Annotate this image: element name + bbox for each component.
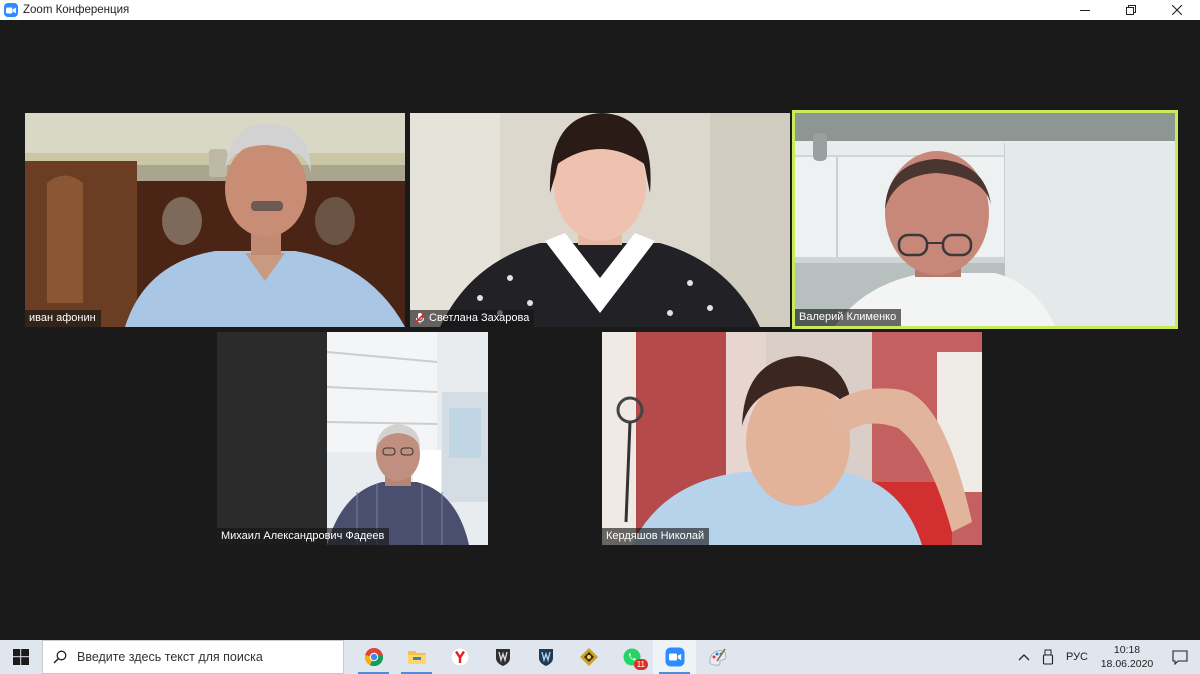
participant-tile[interactable]: иван афонин xyxy=(25,113,405,327)
input-language: РУС xyxy=(1065,651,1088,663)
search-icon xyxy=(53,650,67,664)
close-button[interactable] xyxy=(1154,0,1200,20)
close-icon xyxy=(1172,5,1182,15)
participant-video xyxy=(25,113,405,327)
minimize-icon xyxy=(1080,10,1090,11)
yandex-browser-icon xyxy=(450,647,469,667)
participant-name-tag: Кердяшов Николай xyxy=(602,528,710,545)
participant-name: Валерий Клименко xyxy=(799,311,897,323)
window-controls xyxy=(1062,0,1200,20)
usb-drive-icon xyxy=(1042,649,1054,665)
zoom-icon xyxy=(665,647,684,667)
chrome-icon xyxy=(364,648,383,667)
participant-video xyxy=(217,332,488,545)
usb-device-button[interactable] xyxy=(1036,640,1060,674)
clock-button[interactable]: 10:18 18.06.2020 xyxy=(1094,640,1160,674)
taskbar-app-world-of-warships[interactable] xyxy=(524,640,567,674)
participant-name-tag: Валерий Клименко xyxy=(795,309,902,326)
action-center-button[interactable] xyxy=(1160,640,1200,674)
taskbar-search-box[interactable]: Введите здесь текст для поиска xyxy=(42,640,344,674)
taskbar-app-chrome[interactable] xyxy=(352,640,395,674)
taskbar-app-whatsapp[interactable]: 11 xyxy=(610,640,653,674)
window-titlebar[interactable]: Zoom Конференция xyxy=(0,0,1200,20)
taskbar-app-zoom[interactable] xyxy=(653,640,696,674)
participant-name-tag: иван афонин xyxy=(25,310,101,327)
taskbar-app-world-of-tanks[interactable] xyxy=(481,640,524,674)
taskbar-app-paint[interactable] xyxy=(696,640,739,674)
windows-taskbar: Введите здесь текст для поиска 11 РУС 10… xyxy=(0,640,1200,674)
file-explorer-icon xyxy=(407,651,426,664)
windows-logo-icon xyxy=(13,649,29,665)
taskbar-app-game-launcher[interactable] xyxy=(567,640,610,674)
participant-name-tag: Светлана Захарова xyxy=(410,310,535,327)
window-title: Zoom Конференция xyxy=(23,4,130,16)
input-language-indicator[interactable]: РУС xyxy=(1060,640,1094,674)
system-tray: РУС 10:18 18.06.2020 xyxy=(1012,640,1200,674)
search-placeholder: Введите здесь текст для поиска xyxy=(77,650,263,664)
zoom-app-icon xyxy=(4,3,18,17)
participant-tile[interactable]: Кердяшов Николай xyxy=(602,332,982,545)
world-of-warships-icon xyxy=(538,649,553,666)
participant-video xyxy=(795,113,1175,326)
chevron-up-icon xyxy=(1018,654,1030,661)
participant-name: Кердяшов Николай xyxy=(606,530,705,542)
participant-tile[interactable]: Михаил Александрович Фадеев xyxy=(217,332,488,545)
taskbar-pinned-apps: 11 xyxy=(352,640,739,674)
notifications-icon xyxy=(1172,649,1188,665)
minimize-button[interactable] xyxy=(1062,0,1108,20)
participant-video xyxy=(410,113,790,327)
restore-icon xyxy=(1126,5,1136,15)
muted-mic-icon xyxy=(414,312,426,324)
show-hidden-icons-button[interactable] xyxy=(1012,640,1036,674)
restore-button[interactable] xyxy=(1108,0,1154,20)
participant-name: иван афонин xyxy=(29,312,96,324)
participant-name: Светлана Захарова xyxy=(429,312,530,324)
clock-time: 10:18 xyxy=(1113,644,1141,656)
taskbar-app-file-explorer[interactable] xyxy=(395,640,438,674)
participant-name-tag: Михаил Александрович Фадеев xyxy=(217,528,390,545)
taskbar-app-yandex-browser[interactable] xyxy=(438,640,481,674)
paint-icon xyxy=(708,648,726,666)
participant-tile-active-speaker[interactable]: Валерий Клименко xyxy=(792,110,1178,329)
participant-name: Михаил Александрович Фадеев xyxy=(221,530,385,542)
clock: 10:18 18.06.2020 xyxy=(1094,643,1160,671)
start-button[interactable] xyxy=(0,640,42,674)
game-launcher-icon xyxy=(579,648,598,666)
world-of-tanks-icon xyxy=(495,649,510,666)
meeting-gallery-view: иван афонин Светлана Захарова Валерий Кл… xyxy=(0,20,1200,640)
notification-badge: 11 xyxy=(633,659,648,670)
participant-video xyxy=(602,332,982,545)
clock-date: 18.06.2020 xyxy=(1100,658,1154,670)
participant-tile[interactable]: Светлана Захарова xyxy=(410,113,790,327)
